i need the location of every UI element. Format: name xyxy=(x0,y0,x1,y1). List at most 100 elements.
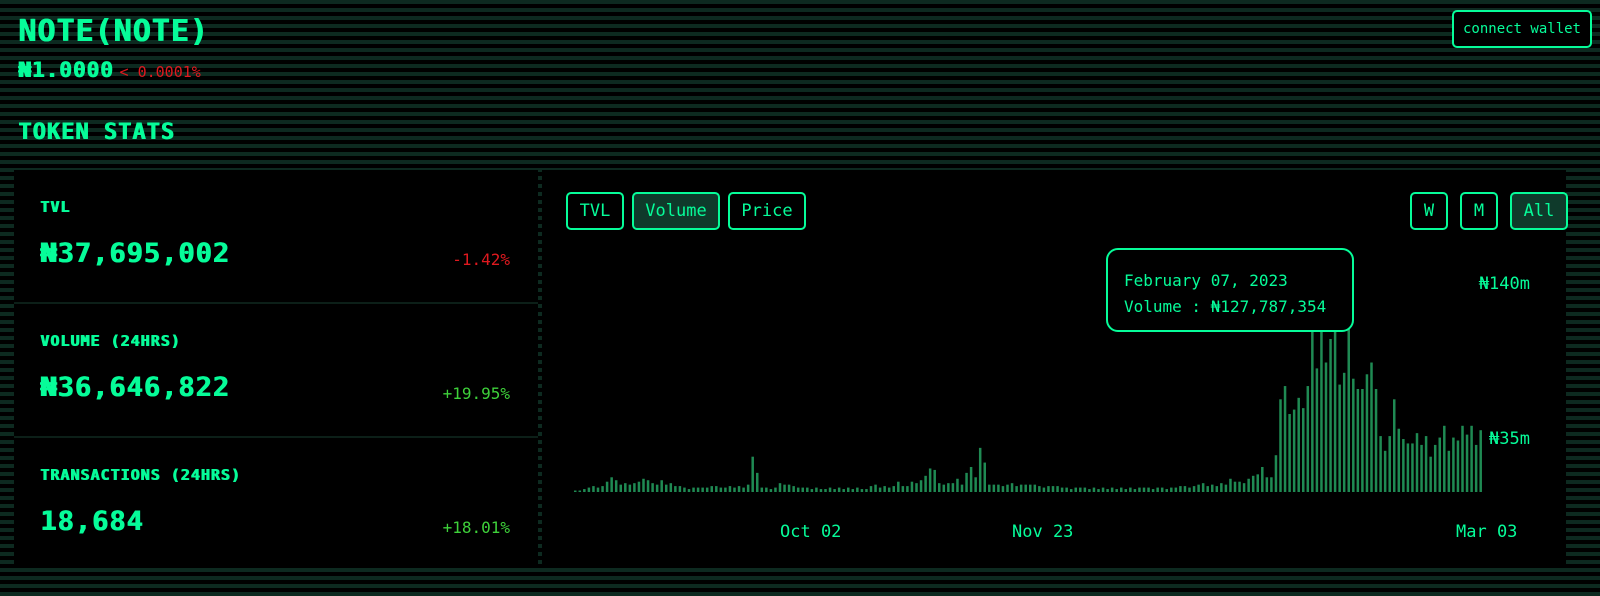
volume-bar[interactable] xyxy=(1315,368,1319,492)
volume-bar[interactable] xyxy=(1174,487,1178,492)
volume-bar[interactable] xyxy=(696,487,700,492)
volume-bar[interactable] xyxy=(1051,486,1055,492)
volume-bar[interactable] xyxy=(1101,487,1105,492)
volume-bar[interactable] xyxy=(842,489,845,492)
volume-bar[interactable] xyxy=(860,489,864,492)
volume-bar[interactable] xyxy=(787,484,791,492)
volume-bar[interactable] xyxy=(1129,487,1132,492)
volume-bar[interactable] xyxy=(710,486,714,492)
volume-bar[interactable] xyxy=(1074,487,1078,492)
volume-bar[interactable] xyxy=(1479,430,1482,492)
volume-bar[interactable] xyxy=(678,486,682,492)
volume-bar[interactable] xyxy=(1251,475,1255,492)
tab-price[interactable]: Price xyxy=(728,192,806,230)
volume-bar[interactable] xyxy=(792,486,795,492)
volume-bar[interactable] xyxy=(1393,399,1396,492)
volume-bar[interactable] xyxy=(715,486,718,492)
volume-bar[interactable] xyxy=(1306,386,1310,492)
volume-bar[interactable] xyxy=(851,489,855,492)
volume-bar[interactable] xyxy=(1411,443,1414,492)
volume-bar[interactable] xyxy=(765,487,768,492)
volume-bar[interactable] xyxy=(642,478,645,492)
volume-bar[interactable] xyxy=(1388,436,1391,492)
volume-bar[interactable] xyxy=(1465,434,1469,492)
volume-bar[interactable] xyxy=(1110,487,1114,492)
volume-bar[interactable] xyxy=(947,483,950,492)
volume-bar[interactable] xyxy=(660,480,663,492)
volume-bar[interactable] xyxy=(574,490,577,492)
volume-bar[interactable] xyxy=(815,487,818,492)
volume-bar[interactable] xyxy=(1247,478,1250,492)
volume-bar[interactable] xyxy=(665,484,668,492)
volume-bar[interactable] xyxy=(924,475,927,492)
volume-bar[interactable] xyxy=(1097,489,1100,492)
volume-bar[interactable] xyxy=(1215,486,1219,492)
range-all-button[interactable]: All xyxy=(1510,192,1568,230)
volume-bar[interactable] xyxy=(633,483,636,492)
volume-bar[interactable] xyxy=(1229,478,1232,492)
volume-bar[interactable] xyxy=(1001,486,1005,492)
volume-bar[interactable] xyxy=(1088,489,1091,492)
volume-bar[interactable] xyxy=(906,486,909,492)
volume-bar[interactable] xyxy=(1197,484,1200,492)
volume-bar[interactable] xyxy=(1124,489,1128,492)
volume-bar[interactable] xyxy=(892,486,896,492)
volume-bar[interactable] xyxy=(1170,487,1173,492)
volume-bar[interactable] xyxy=(724,487,727,492)
volume-bar[interactable] xyxy=(1342,372,1346,492)
volume-bar[interactable] xyxy=(674,486,677,492)
volume-bar[interactable] xyxy=(865,489,868,492)
volume-bar[interactable] xyxy=(1065,487,1068,492)
volume-bar[interactable] xyxy=(1474,444,1478,492)
volume-bar[interactable] xyxy=(1265,477,1269,492)
volume-bar[interactable] xyxy=(1083,487,1087,492)
volume-bar[interactable] xyxy=(978,447,982,492)
volume-bar[interactable] xyxy=(1406,443,1410,492)
volume-bar[interactable] xyxy=(628,484,632,492)
volume-bar[interactable] xyxy=(746,484,750,492)
volume-bar[interactable] xyxy=(1461,425,1464,492)
volume-bar[interactable] xyxy=(819,489,823,492)
volume-bar[interactable] xyxy=(1233,481,1237,492)
volume-bar[interactable] xyxy=(824,489,827,492)
volume-bar[interactable] xyxy=(756,472,759,492)
volume-bar[interactable] xyxy=(1279,399,1282,492)
volume-bar[interactable] xyxy=(596,487,600,492)
volume-bar[interactable] xyxy=(651,483,654,492)
volume-bar[interactable] xyxy=(974,477,977,492)
volume-bar[interactable] xyxy=(619,484,623,492)
volume-bar[interactable] xyxy=(610,477,613,492)
volume-bar[interactable] xyxy=(1006,484,1009,492)
volume-bar[interactable] xyxy=(1019,484,1023,492)
volume-bar[interactable] xyxy=(928,468,932,492)
volume-bar[interactable] xyxy=(883,486,886,492)
tab-volume[interactable]: Volume xyxy=(632,192,720,230)
volume-bar[interactable] xyxy=(683,487,686,492)
volume-bar[interactable] xyxy=(669,483,673,492)
volume-bar[interactable] xyxy=(1320,322,1323,492)
volume-bar[interactable] xyxy=(938,483,941,492)
volume-bar[interactable] xyxy=(1447,450,1451,492)
volume-bar[interactable] xyxy=(1042,487,1046,492)
volume-bar[interactable] xyxy=(837,487,841,492)
volume-bar[interactable] xyxy=(874,484,877,492)
volume-bar[interactable] xyxy=(1356,389,1360,492)
volume-bar[interactable] xyxy=(1261,466,1264,492)
volume-bar[interactable] xyxy=(878,487,882,492)
volume-bar[interactable] xyxy=(769,489,773,492)
volume-bar[interactable] xyxy=(1029,484,1032,492)
volume-bar[interactable] xyxy=(705,487,709,492)
volume-bar[interactable] xyxy=(1142,487,1146,492)
connect-wallet-button[interactable]: connect wallet xyxy=(1452,10,1592,48)
volume-bar[interactable] xyxy=(1433,444,1437,492)
volume-bar[interactable] xyxy=(1079,487,1082,492)
volume-bar[interactable] xyxy=(1224,484,1228,492)
volume-bar[interactable] xyxy=(1106,489,1109,492)
volume-bar[interactable] xyxy=(1133,489,1137,492)
volume-bar[interactable] xyxy=(1179,486,1182,492)
volume-bar[interactable] xyxy=(778,483,782,492)
volume-bar[interactable] xyxy=(833,489,836,492)
volume-bar[interactable] xyxy=(728,486,732,492)
volume-bar[interactable] xyxy=(1415,433,1419,492)
volume-bar[interactable] xyxy=(910,481,914,492)
